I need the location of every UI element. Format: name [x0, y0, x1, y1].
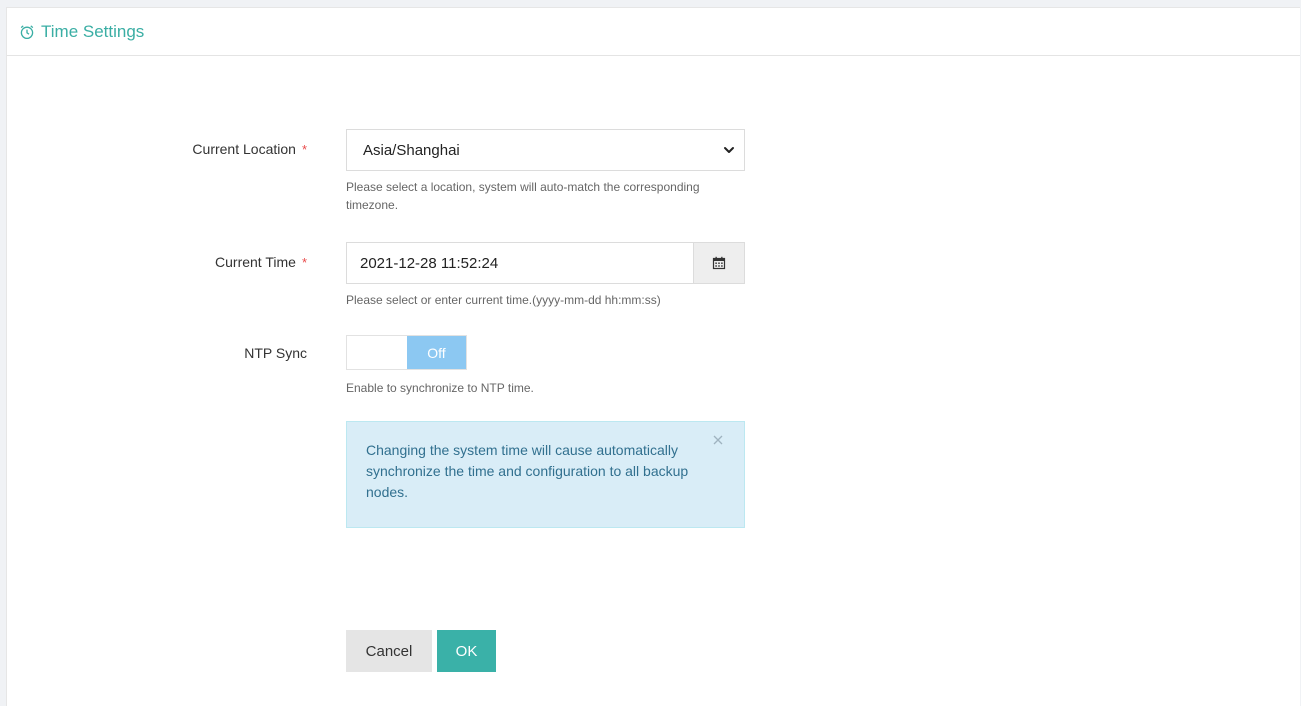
current-location-label: Current Location *	[192, 141, 307, 157]
location-select-value: Asia/Shanghai	[363, 141, 460, 159]
ok-button[interactable]: OK	[437, 630, 496, 672]
location-help-text: Please select a location, system will au…	[346, 180, 700, 212]
required-mark: *	[301, 142, 307, 157]
alert-message: Changing the system time will cause auto…	[366, 442, 689, 500]
current-time-label: Current Time *	[215, 254, 307, 270]
time-settings-panel: Time Settings Current Location * Asia/Sha…	[6, 7, 1300, 706]
page-title: Time Settings	[41, 21, 145, 41]
location-select[interactable]: Asia/Shanghai	[346, 129, 745, 171]
calendar-icon	[712, 256, 726, 270]
ntp-help-text: Enable to synchronize to NTP time.	[346, 381, 534, 395]
location-select-wrapper: Asia/Shanghai	[346, 129, 745, 171]
current-location-label-text: Current Location	[192, 141, 296, 157]
toggle-state-label: Off	[407, 336, 466, 369]
ntp-sync-toggle[interactable]: Off	[346, 335, 467, 370]
calendar-button[interactable]	[693, 243, 744, 283]
ntp-sync-label: NTP Sync	[244, 345, 307, 361]
time-field-wrapper	[346, 242, 745, 284]
alarm-clock-icon	[19, 24, 35, 40]
panel-header: Time Settings	[7, 8, 1300, 56]
chevron-down-icon	[722, 143, 736, 157]
info-alert: Changing the system time will cause auto…	[346, 421, 745, 528]
toggle-knob	[347, 336, 407, 369]
time-help-text: Please select or enter current time.(yyy…	[346, 293, 661, 307]
cancel-button[interactable]: Cancel	[346, 630, 432, 672]
close-icon[interactable]	[712, 434, 726, 448]
required-mark: *	[301, 255, 307, 270]
current-time-label-text: Current Time	[215, 254, 296, 270]
current-time-input[interactable]	[347, 243, 693, 283]
time-datepicker	[346, 242, 745, 284]
